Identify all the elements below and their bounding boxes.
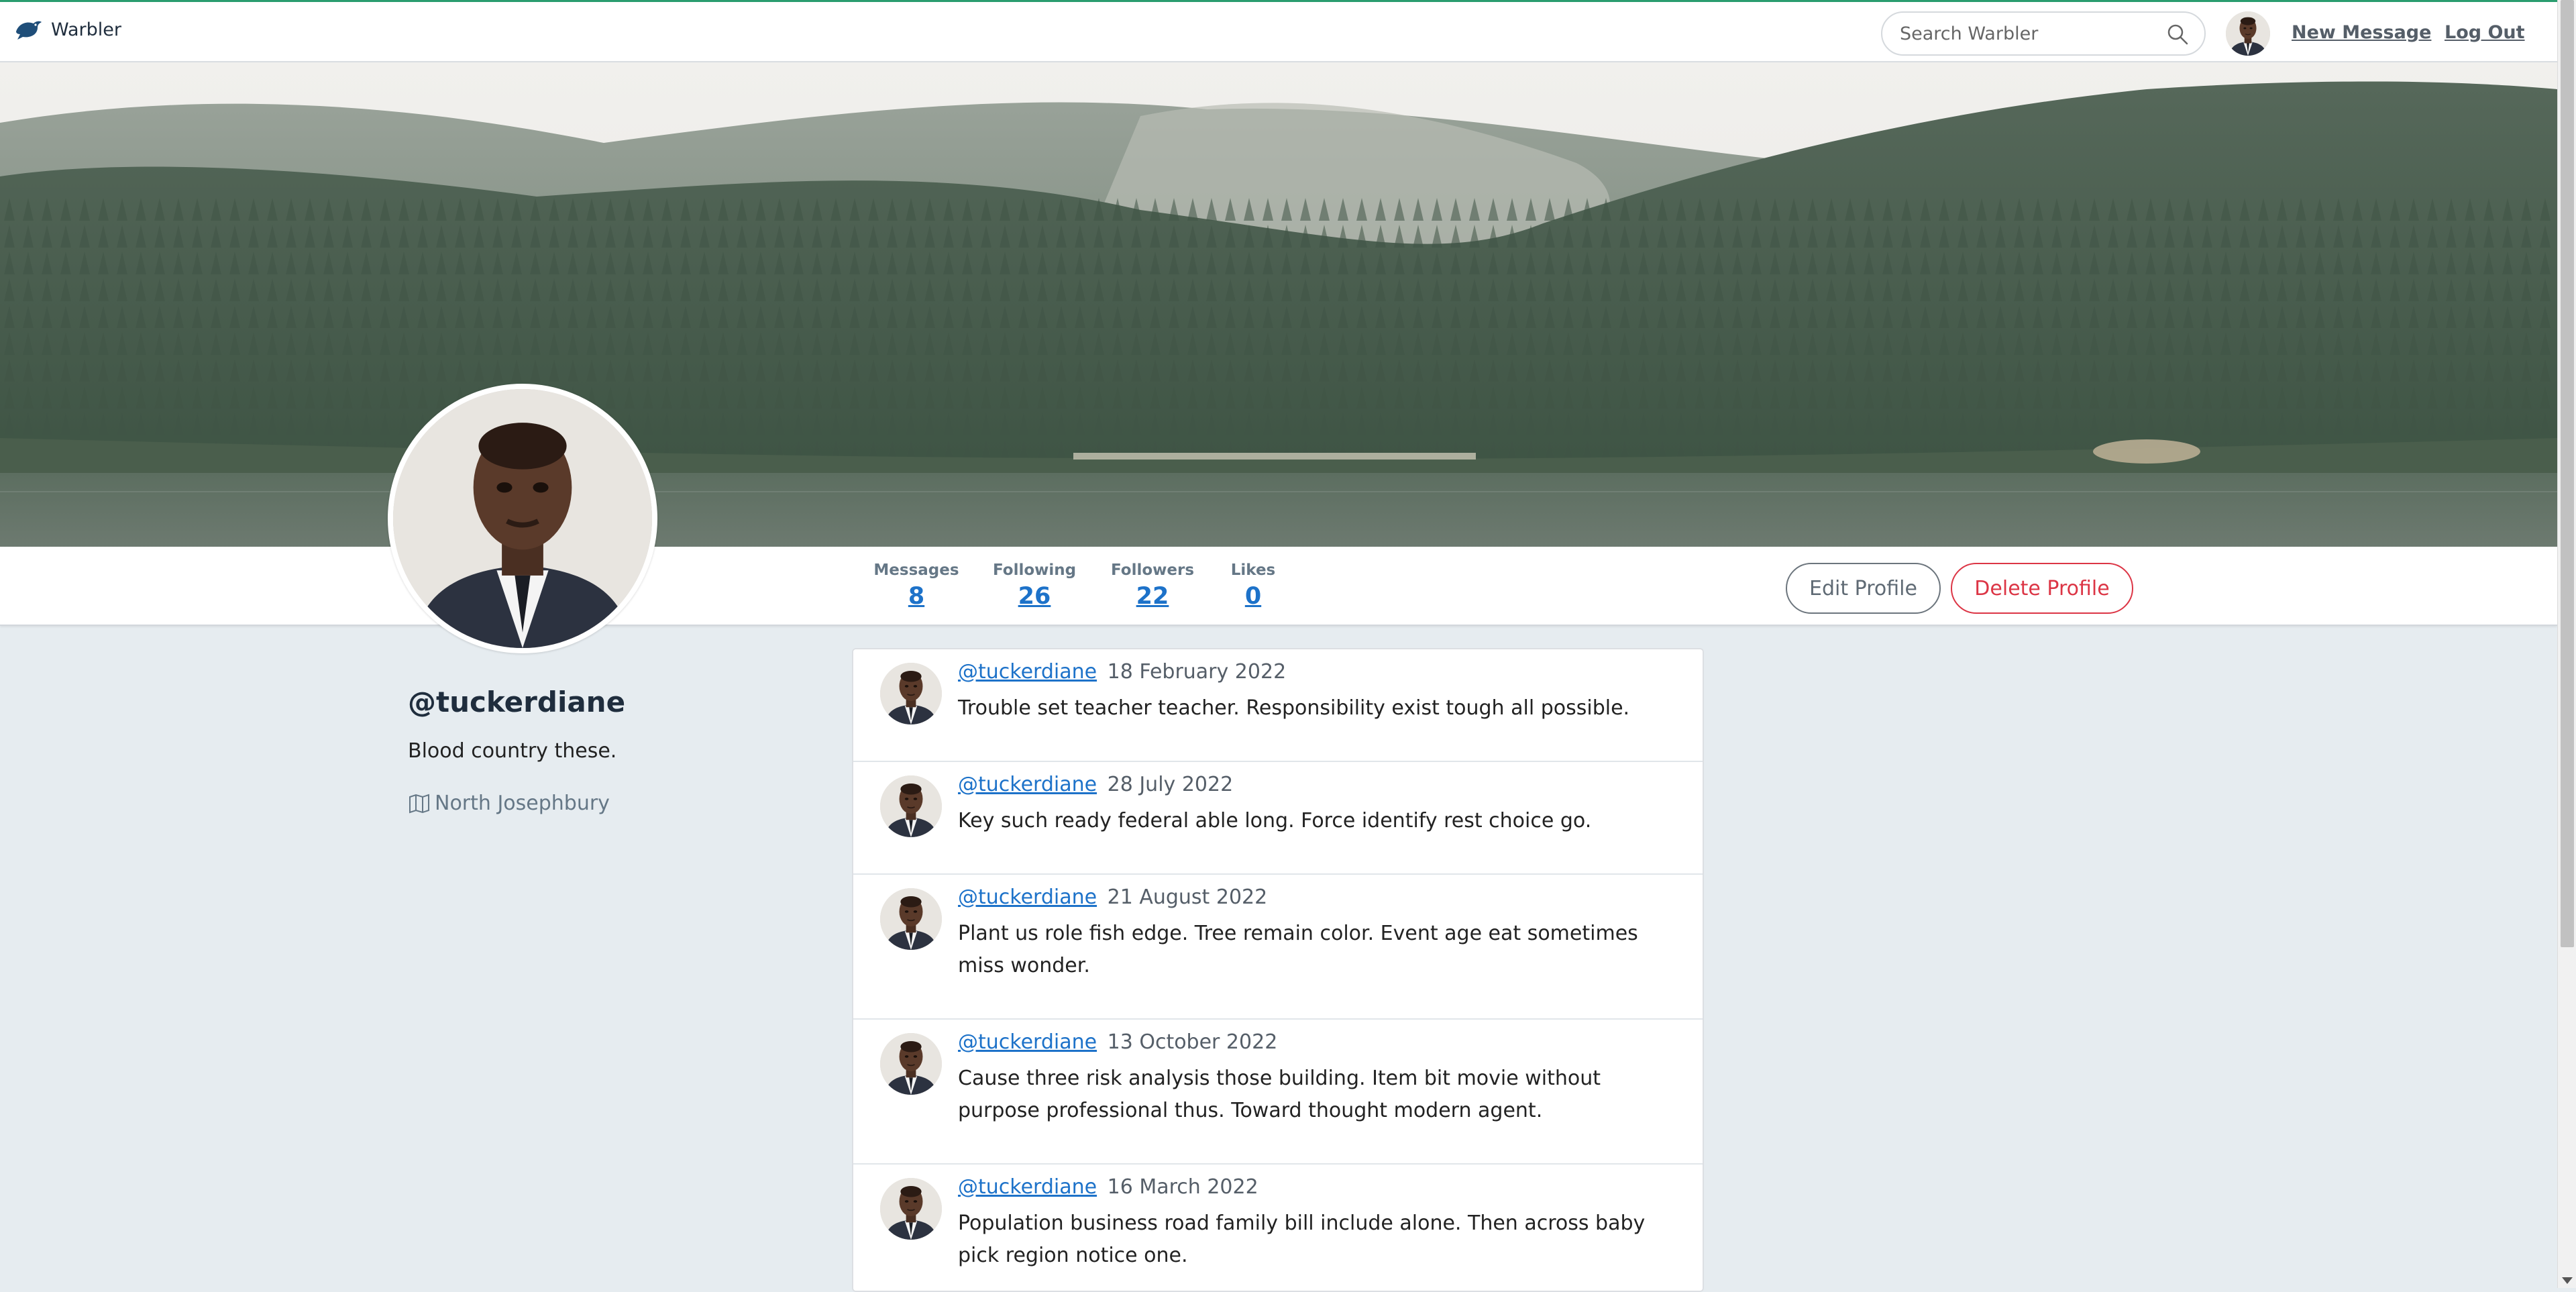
messages-list: @tuckerdiane 18 February 2022 Trouble se…: [852, 648, 1704, 1292]
stat-label: Likes: [1230, 561, 1276, 579]
stat-label: Following: [993, 561, 1077, 579]
search-box: [1881, 11, 2206, 56]
page-scrollbar[interactable]: [2557, 0, 2576, 1288]
message-avatar[interactable]: [880, 663, 942, 724]
stat-value-link[interactable]: 26: [993, 583, 1076, 610]
message-avatar[interactable]: [880, 1033, 942, 1095]
message-username-link[interactable]: @tuckerdiane: [958, 885, 1097, 909]
profile-username: @tuckerdiane: [408, 686, 626, 718]
search-icon[interactable]: [2165, 22, 2190, 46]
message-date: 16 March 2022: [1107, 1175, 1258, 1199]
warbler-logo-icon: [16, 21, 42, 40]
scrollbar-thumb[interactable]: [2561, 0, 2574, 947]
message-date: 18 February 2022: [1107, 660, 1287, 684]
profile-location: North Josephbury: [408, 792, 610, 815]
message-username-link[interactable]: @tuckerdiane: [958, 773, 1097, 796]
message-date: 21 August 2022: [1107, 885, 1268, 909]
brand-name: Warbler: [51, 19, 121, 40]
message-header: @tuckerdiane 21 August 2022: [958, 885, 1267, 909]
message-date: 28 July 2022: [1107, 773, 1234, 796]
message-date: 13 October 2022: [1107, 1030, 1278, 1054]
nav-avatar[interactable]: [2226, 11, 2270, 56]
profile-stats-bar: Messages 8 Following 26 Followers 22 Lik…: [0, 547, 2557, 626]
stat-label: Messages: [873, 561, 959, 579]
message-item[interactable]: @tuckerdiane 13 October 2022 Cause three…: [853, 1020, 1703, 1165]
message-text: Trouble set teacher teacher. Responsibil…: [958, 696, 1630, 720]
message-username-link[interactable]: @tuckerdiane: [958, 1030, 1097, 1054]
message-item[interactable]: @tuckerdiane 16 March 2022 Population bu…: [853, 1165, 1703, 1291]
brand-link[interactable]: Warbler: [15, 18, 121, 41]
stat-value-link[interactable]: 8: [873, 583, 959, 610]
profile-hero-image: [0, 62, 2557, 547]
log-out-link[interactable]: Log Out: [2445, 22, 2525, 43]
edit-profile-button[interactable]: Edit Profile: [1786, 563, 1941, 614]
message-avatar[interactable]: [880, 775, 942, 837]
stat-value-link[interactable]: 0: [1226, 583, 1280, 610]
message-username-link[interactable]: @tuckerdiane: [958, 660, 1097, 684]
message-text: Population business road family bill inc…: [958, 1212, 1646, 1267]
message-item[interactable]: @tuckerdiane 28 July 2022 Key such ready…: [853, 762, 1703, 875]
message-text: Plant us role fish edge. Tree remain col…: [958, 922, 1638, 977]
stat-messages: Messages 8: [873, 561, 959, 610]
location-text: North Josephbury: [435, 792, 610, 815]
message-item[interactable]: @tuckerdiane 18 February 2022 Trouble se…: [853, 649, 1703, 762]
stat-label: Followers: [1110, 561, 1195, 579]
profile-bio: Blood country these.: [408, 739, 617, 763]
stat-following: Following 26: [993, 561, 1076, 610]
message-text: Cause three risk analysis those building…: [958, 1067, 1601, 1122]
message-header: @tuckerdiane 28 July 2022: [958, 773, 1233, 796]
message-username-link[interactable]: @tuckerdiane: [958, 1175, 1097, 1199]
delete-profile-button[interactable]: Delete Profile: [1951, 563, 2133, 614]
message-header: @tuckerdiane 16 March 2022: [958, 1175, 1258, 1199]
profile-avatar: [388, 384, 657, 653]
message-avatar[interactable]: [880, 1178, 942, 1240]
message-header: @tuckerdiane 18 February 2022: [958, 660, 1286, 684]
top-navbar: Warbler New Message Log Out: [0, 0, 2557, 62]
message-header: @tuckerdiane 13 October 2022: [958, 1030, 1277, 1054]
message-avatar[interactable]: [880, 888, 942, 950]
map-icon: [409, 794, 429, 813]
stat-value-link[interactable]: 22: [1110, 583, 1195, 610]
scroll-down-icon[interactable]: [2562, 1277, 2573, 1284]
stat-likes: Likes 0: [1226, 561, 1280, 610]
stat-followers: Followers 22: [1110, 561, 1195, 610]
message-item[interactable]: @tuckerdiane 21 August 2022 Plant us rol…: [853, 875, 1703, 1020]
message-text: Key such ready federal able long. Force …: [958, 809, 1592, 832]
new-message-link[interactable]: New Message: [2292, 22, 2431, 43]
search-input[interactable]: [1898, 13, 2160, 54]
